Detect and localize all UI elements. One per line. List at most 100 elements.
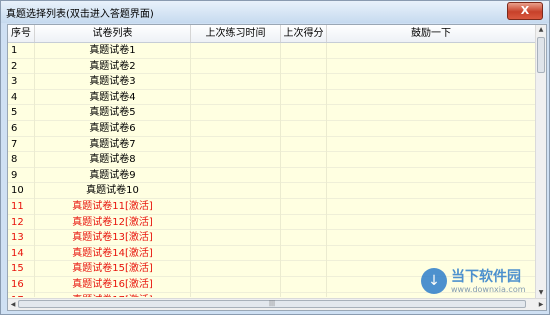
encouragement-cell — [327, 167, 536, 184]
paper-name-cell: 真题试卷17[激活] — [35, 292, 191, 297]
table-row[interactable]: 7 真题试卷7 — [8, 136, 536, 153]
row-number-cell: 5 — [8, 105, 35, 121]
paper-name-cell: 真题试卷7 — [35, 136, 191, 153]
table-row[interactable]: 10 真题试卷10 — [8, 183, 536, 199]
paper-name-cell: 真题试卷8 — [35, 152, 191, 168]
encouragement-cell — [327, 120, 536, 137]
row-number-cell: 12 — [8, 214, 35, 231]
last-score-cell — [281, 214, 327, 231]
scroll-up-arrow-icon[interactable]: ▲ — [536, 25, 546, 35]
scroll-right-arrow-icon[interactable]: ▶ — [536, 299, 546, 310]
last-practice-time-cell — [191, 58, 281, 75]
column-header-paper-list[interactable]: 试卷列表 — [35, 25, 191, 42]
last-score-cell — [281, 105, 327, 121]
last-score-cell — [281, 292, 327, 297]
last-score-cell — [281, 167, 327, 184]
row-number-cell: 7 — [8, 136, 35, 153]
window-title: 真题选择列表(双击进入答题界面) — [6, 9, 154, 20]
last-score-cell — [281, 74, 327, 90]
column-header-last-practice-time[interactable]: 上次练习时间 — [191, 25, 281, 42]
paper-name-cell: 真题试卷4 — [35, 89, 191, 106]
paper-name-cell: 真题试卷14[激活] — [35, 245, 191, 262]
last-score-cell — [281, 230, 327, 246]
encouragement-cell — [327, 105, 536, 121]
last-score-cell — [281, 89, 327, 106]
last-practice-time-cell — [191, 167, 281, 184]
title-bar[interactable]: 真题选择列表(双击进入答题界面) X — [1, 1, 549, 23]
row-number-cell: 11 — [8, 198, 35, 215]
scroll-left-arrow-icon[interactable]: ◀ — [8, 299, 18, 310]
paper-name-cell: 真题试卷2 — [35, 58, 191, 75]
last-score-cell — [281, 276, 327, 293]
column-header-number[interactable]: 序号 — [8, 25, 35, 42]
watermark-text: 当下软件园 — [451, 269, 521, 285]
paper-name-cell: 真题试卷6 — [35, 120, 191, 137]
encouragement-cell — [327, 245, 536, 262]
encouragement-cell — [327, 58, 536, 75]
row-number-cell: 2 — [8, 58, 35, 75]
encouragement-cell — [327, 136, 536, 153]
paper-name-cell: 真题试卷12[激活] — [35, 214, 191, 231]
table-row[interactable]: 1 真题试卷1 — [8, 43, 536, 59]
table-row[interactable]: 6 真题试卷6 — [8, 120, 536, 137]
last-practice-time-cell — [191, 136, 281, 153]
row-number-cell: 1 — [8, 43, 35, 59]
last-score-cell — [281, 198, 327, 215]
column-header-last-score[interactable]: 上次得分 — [281, 25, 327, 42]
table-row[interactable]: 2 真题试卷2 — [8, 58, 536, 75]
paper-name-cell: 真题试卷13[激活] — [35, 230, 191, 246]
table-row[interactable]: 5 真题试卷5 — [8, 105, 536, 121]
vertical-scroll-thumb[interactable] — [537, 37, 545, 73]
table-body: 1 真题试卷1 2 真题试卷2 3 真题试卷3 4 真题试卷4 5 真题试卷5 6 真题试卷6 7 真题试… — [8, 43, 536, 297]
encouragement-cell — [327, 74, 536, 90]
row-number-cell: 16 — [8, 276, 35, 293]
close-button[interactable]: X — [507, 2, 543, 20]
encouragement-cell — [327, 214, 536, 231]
last-practice-time-cell — [191, 183, 281, 199]
vertical-scrollbar[interactable]: ▲ ▼ — [535, 25, 546, 298]
paper-name-cell: 真题试卷5 — [35, 105, 191, 121]
table-row[interactable]: 14 真题试卷14[激活] — [8, 245, 536, 262]
paper-name-cell: 真题试卷11[激活] — [35, 198, 191, 215]
row-number-cell: 10 — [8, 183, 35, 199]
column-header-encouragement[interactable]: 鼓励一下 — [327, 25, 536, 42]
last-score-cell — [281, 43, 327, 59]
watermark-logo-icon: ↓ — [421, 268, 447, 294]
paper-name-cell: 真题试卷1 — [35, 43, 191, 59]
row-number-cell: 3 — [8, 74, 35, 90]
horizontal-scroll-thumb[interactable]: ||| — [18, 300, 526, 308]
table-row[interactable]: 13 真题试卷13[激活] — [8, 230, 536, 246]
row-number-cell: 17 — [8, 292, 35, 297]
last-score-cell — [281, 58, 327, 75]
last-practice-time-cell — [191, 74, 281, 90]
table-row[interactable]: 3 真题试卷3 — [8, 74, 536, 90]
last-score-cell — [281, 120, 327, 137]
last-practice-time-cell — [191, 120, 281, 137]
last-practice-time-cell — [191, 105, 281, 121]
last-practice-time-cell — [191, 214, 281, 231]
row-number-cell: 14 — [8, 245, 35, 262]
last-practice-time-cell — [191, 89, 281, 106]
encouragement-cell — [327, 89, 536, 106]
encouragement-cell — [327, 230, 536, 246]
paper-name-cell: 真题试卷15[激活] — [35, 261, 191, 277]
last-practice-time-cell — [191, 230, 281, 246]
paper-name-cell: 真题试卷10 — [35, 183, 191, 199]
table-row[interactable]: 12 真题试卷12[激活] — [8, 214, 536, 231]
last-score-cell — [281, 245, 327, 262]
paper-name-cell: 真题试卷16[激活] — [35, 276, 191, 293]
last-score-cell — [281, 261, 327, 277]
table-row[interactable]: 9 真题试卷9 — [8, 167, 536, 184]
watermark: ↓ 当下软件园 www.downxia.com — [421, 266, 541, 300]
row-number-cell: 8 — [8, 152, 35, 168]
table-row[interactable]: 8 真题试卷8 — [8, 152, 536, 168]
row-number-cell: 15 — [8, 261, 35, 277]
encouragement-cell — [327, 43, 536, 59]
app-window: 真题选择列表(双击进入答题界面) X 序号 试卷列表 上次练习时间 上次得分 鼓… — [0, 0, 550, 315]
row-number-cell: 6 — [8, 120, 35, 137]
paper-name-cell: 真题试卷9 — [35, 167, 191, 184]
last-score-cell — [281, 152, 327, 168]
last-practice-time-cell — [191, 276, 281, 293]
table-row[interactable]: 4 真题试卷4 — [8, 89, 536, 106]
table-row[interactable]: 11 真题试卷11[激活] — [8, 198, 536, 215]
